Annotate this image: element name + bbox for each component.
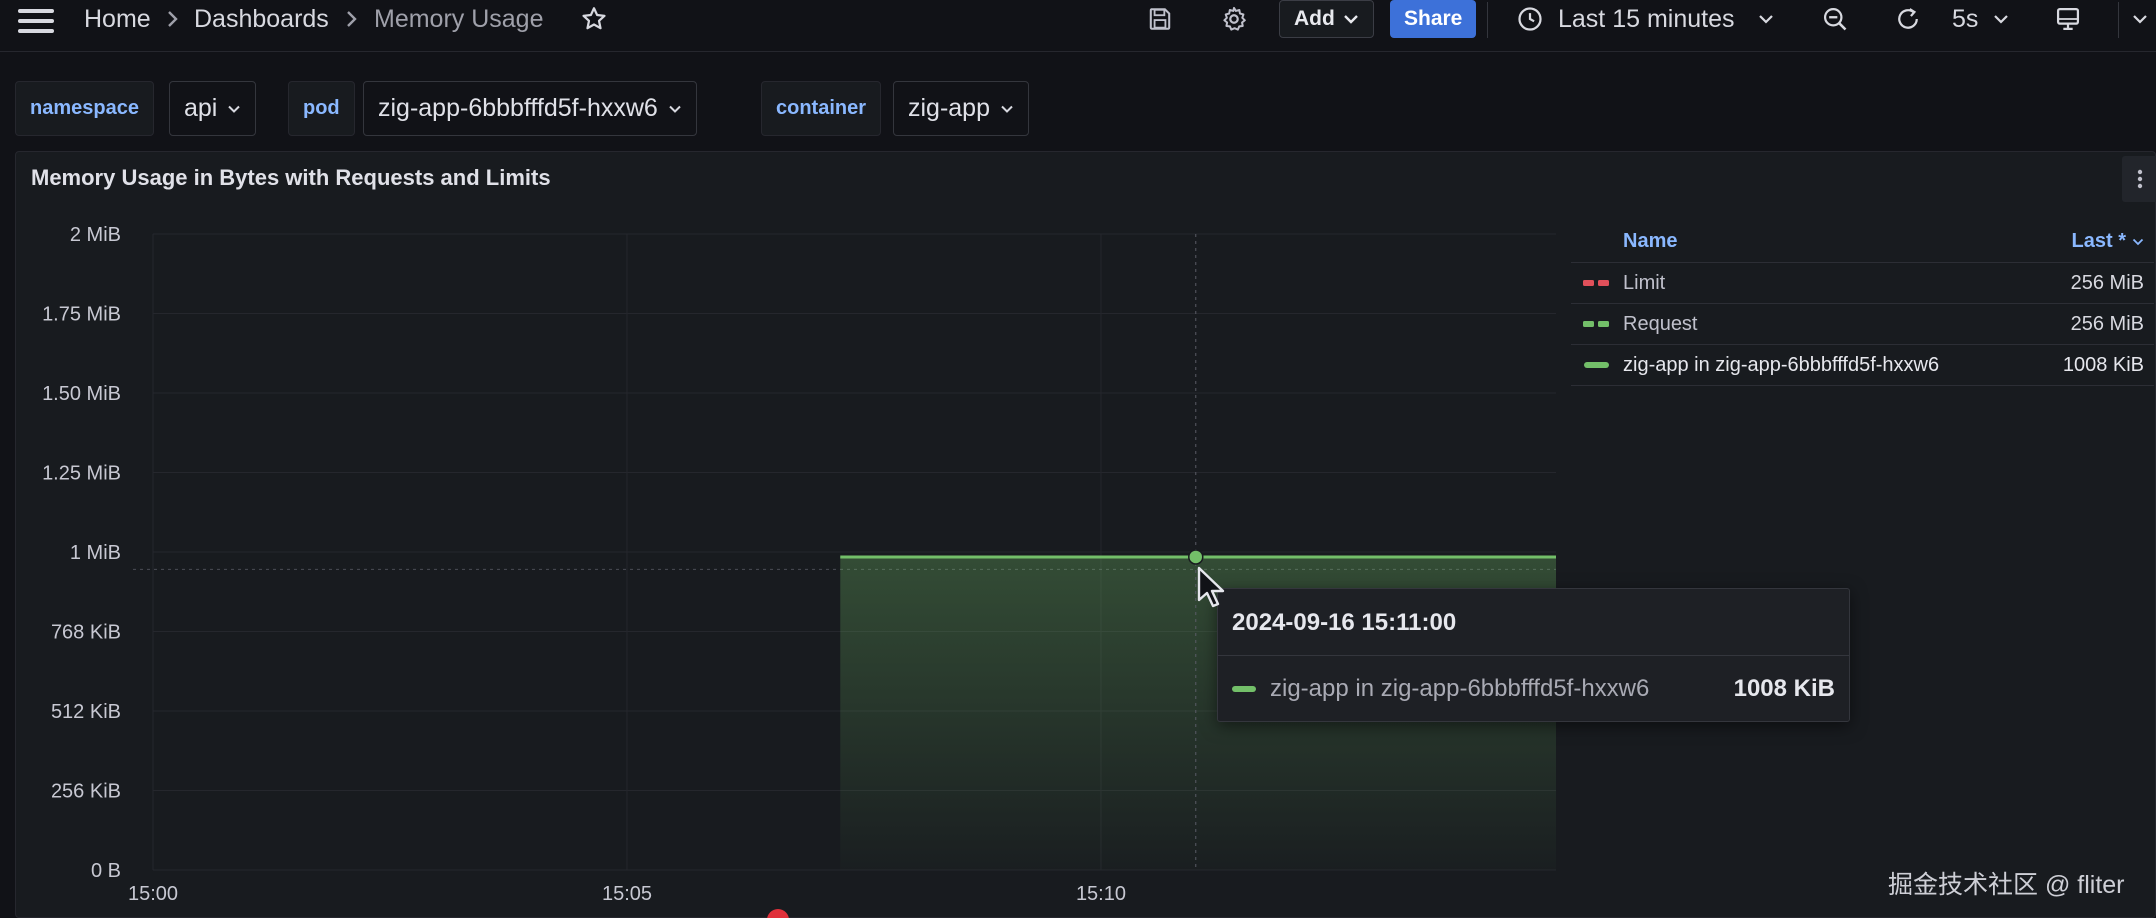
share-button-label: Share [1404, 7, 1463, 30]
refresh-icon[interactable] [1890, 2, 1926, 36]
legend-last-header[interactable]: Last * [2072, 230, 2154, 253]
clock-icon [1518, 7, 1542, 31]
legend-row-request[interactable]: Request 256 MiB [1571, 304, 2154, 345]
y-tick-label: 2 MiB [70, 224, 121, 246]
tooltip-series-value: 1008 KiB [1733, 675, 1835, 702]
time-range-label: Last 15 minutes [1558, 4, 1735, 33]
save-icon[interactable] [1142, 2, 1178, 36]
tooltip-divider [1218, 655, 1849, 656]
tooltip-series-name: zig-app in zig-app-6bbbfffd5f-hxxw6 [1270, 675, 1650, 702]
mouse-cursor-icon [1197, 566, 1225, 608]
gear-icon[interactable] [1216, 2, 1252, 36]
collapse-chevron-icon[interactable] [2124, 2, 2156, 36]
chevron-down-icon [1343, 15, 1358, 24]
chart-legend: Name Last * Limit 256 MiB Request 256 Mi… [1571, 221, 2154, 386]
chevron-down-icon [669, 105, 681, 113]
hover-point [1188, 549, 1204, 565]
star-icon[interactable] [576, 2, 612, 36]
variable-label-namespace: namespace [15, 81, 154, 136]
tv-mode-icon[interactable] [2050, 2, 2086, 36]
y-tick-label: 256 KiB [51, 781, 121, 803]
toolbar-divider [2118, 2, 2119, 38]
x-tick-label: 15:00 [128, 883, 178, 905]
legend-name-zig-app: zig-app in zig-app-6bbbfffd5f-hxxw6 [1623, 353, 1940, 376]
variable-label-pod: pod [288, 81, 355, 136]
variable-value-container: zig-app [908, 94, 990, 122]
legend-value-zig-app: 1008 KiB [2062, 353, 2144, 376]
watermark-text: 掘金技术社区 @ fliter [1888, 871, 2125, 899]
tooltip-series-swatch [1232, 686, 1256, 692]
legend-swatch-zig-app [1571, 362, 1623, 368]
legend-name-header[interactable]: Name [1571, 230, 2072, 253]
variable-select-container[interactable]: zig-app [893, 81, 1029, 136]
legend-row-zig-app[interactable]: zig-app in zig-app-6bbbfffd5f-hxxw6 1008… [1571, 345, 2154, 386]
chevron-down-icon [1758, 15, 1773, 24]
chevron-down-icon [228, 105, 241, 113]
legend-row-limit[interactable]: Limit 256 MiB [1571, 263, 2154, 304]
variable-select-pod[interactable]: zig-app-6bbbfffd5f-hxxw6 [363, 81, 697, 136]
legend-name-limit: Limit [1623, 271, 1666, 294]
legend-name-request: Request [1623, 312, 1698, 335]
y-tick-label: 1 MiB [70, 542, 121, 564]
y-tick-label: 1.25 MiB [42, 463, 121, 485]
variable-value-namespace: api [184, 94, 218, 122]
tooltip-time: 2024-09-16 15:11:00 [1232, 609, 1457, 636]
zoom-out-icon[interactable] [1817, 2, 1853, 36]
chart-tooltip: 2024-09-16 15:11:00 zig-app in zig-app-6… [1217, 588, 1850, 722]
toolbar-divider [1487, 2, 1488, 38]
y-tick-label: 512 KiB [51, 701, 121, 723]
breadcrumb-dashboards[interactable]: Dashboards [194, 0, 329, 38]
y-tick-label: 1.75 MiB [42, 304, 121, 326]
chevron-right-icon [345, 0, 359, 38]
x-tick-label: 15:10 [1076, 883, 1126, 905]
y-tick-label: 768 KiB [51, 622, 121, 644]
refresh-interval-picker[interactable]: 5s [1950, 0, 2010, 38]
y-tick-label: 0 B [91, 860, 121, 882]
chevron-right-icon [166, 0, 180, 38]
variable-value-pod: zig-app-6bbbfffd5f-hxxw6 [378, 94, 658, 122]
breadcrumb-current-dashboard: Memory Usage [374, 4, 544, 33]
red-indicator-dot [767, 909, 789, 918]
x-tick-label: 15:05 [602, 883, 652, 905]
legend-value-limit: 256 MiB [2070, 271, 2144, 294]
chevron-down-icon [1001, 105, 1013, 113]
legend-swatch-request [1571, 321, 1623, 327]
chevron-down-icon [1994, 15, 2009, 24]
chevron-down-icon [2132, 238, 2144, 245]
app-root: Home Dashboards Memory Usage Add Share L… [0, 0, 2156, 918]
legend-swatch-limit [1571, 280, 1623, 286]
timeseries-panel: Memory Usage in Bytes with Requests and … [15, 151, 2156, 918]
share-button[interactable]: Share [1390, 0, 1477, 38]
time-range-picker[interactable]: Last 15 minutes [1516, 0, 1775, 38]
menu-icon[interactable] [18, 6, 54, 36]
refresh-interval-label: 5s [1952, 4, 1979, 33]
legend-last-header-label: Last * [2071, 230, 2126, 252]
add-button[interactable]: Add [1279, 0, 1374, 38]
variable-select-namespace[interactable]: api [169, 81, 257, 136]
legend-header: Name Last * [1571, 221, 2154, 263]
y-tick-label: 1.50 MiB [42, 383, 121, 405]
add-button-label: Add [1294, 7, 1335, 30]
variable-label-container: container [761, 81, 882, 136]
breadcrumb-home[interactable]: Home [84, 0, 151, 38]
legend-value-request: 256 MiB [2070, 312, 2144, 335]
tooltip-series-row: zig-app in zig-app-6bbbfffd5f-hxxw6 1008… [1232, 675, 1835, 703]
top-navbar: Home Dashboards Memory Usage Add Share L… [0, 0, 2156, 52]
